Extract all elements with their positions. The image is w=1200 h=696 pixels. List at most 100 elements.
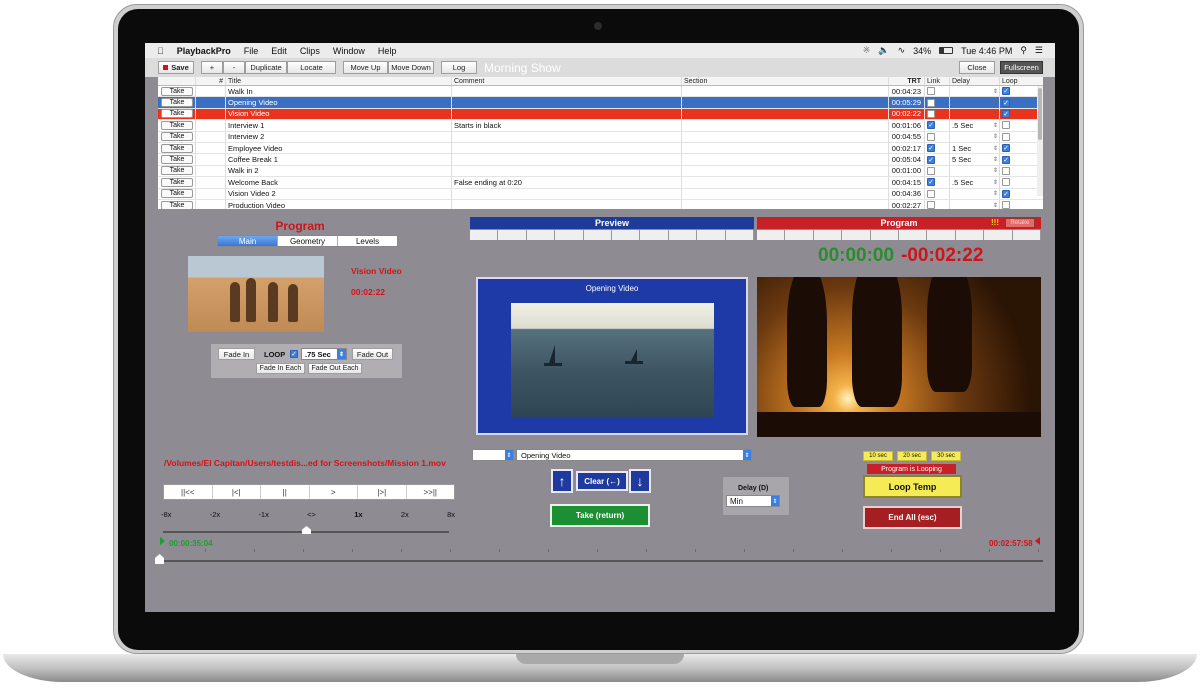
link-checkbox[interactable] [927,98,935,107]
loop-row-checkbox[interactable] [1002,132,1010,141]
volume-icon[interactable]: 🔈 [878,45,889,56]
link-checkbox[interactable] [927,109,935,118]
table-row[interactable]: Take Employee Video 00:02:17 ✓ 1 Sec ⇕ ✓ [158,142,1043,155]
menu-edit[interactable]: Edit [271,46,287,56]
link-checkbox[interactable] [927,132,935,141]
close-button[interactable]: Close [959,61,995,74]
loop-row-checkbox[interactable]: ✓ [1002,98,1010,107]
take-row-button[interactable]: Take [161,155,193,165]
take-row-button[interactable]: Take [161,109,193,119]
wifi-icon[interactable]: ∿ [898,45,906,56]
title-cell[interactable]: Walk in 2 [226,165,452,177]
notification-center-icon[interactable]: ☰ [1035,45,1043,56]
title-cell[interactable]: Vision Video [226,108,452,120]
start-marker-icon[interactable] [160,537,165,545]
delay-cell[interactable]: ⇕ [950,165,1000,177]
stepper-icon[interactable]: ⇕ [993,88,998,95]
link-checkbox[interactable] [927,166,935,175]
title-cell[interactable]: Interview 1 [226,120,452,131]
step-forward-button[interactable]: |>| [358,485,407,499]
section-cell[interactable] [682,108,889,120]
comment-cell[interactable] [452,108,682,120]
table-row[interactable]: Take Interview 2 00:04:55 ⇕ [158,131,1043,143]
fade-duration-select[interactable]: .75 Sec ⇕ [301,348,347,360]
title-cell[interactable]: Coffee Break 1 [226,154,452,165]
fade-out-button[interactable]: Fade Out [352,348,393,360]
delay-cell[interactable]: ⇕ [950,97,1000,108]
menu-file[interactable]: File [244,46,259,56]
program-header-button[interactable]: Retake [1005,218,1035,228]
delay-cell[interactable]: 5 Sec ⇕ [950,154,1000,165]
delay-cell[interactable]: ⇕ [950,131,1000,142]
delay-cell[interactable]: ⇕ [950,108,1000,120]
loop-row-checkbox[interactable]: ✓ [1002,155,1010,164]
delay-cell[interactable]: .5 Sec ⇕ [950,177,1000,188]
loop-row-checkbox[interactable]: ✓ [1002,189,1010,198]
clear-button[interactable]: Clear (←) [576,471,628,491]
loop-row-checkbox[interactable] [1002,201,1010,209]
table-row[interactable]: Take Opening Video 00:05:29 ⇕ ✓ [158,97,1043,109]
link-checkbox[interactable] [927,87,935,96]
go-to-end-button[interactable]: >>|| [407,485,455,499]
bluetooth-icon[interactable]: ※ [863,45,871,56]
comment-cell[interactable]: False ending at 0:20 [452,177,682,188]
col-delay[interactable]: Delay [950,77,1000,85]
30-sec-button[interactable]: 30 sec [931,451,961,461]
section-cell[interactable] [682,165,889,177]
title-cell[interactable]: Opening Video [226,97,452,108]
stepper-icon[interactable]: ⇕ [993,190,998,197]
title-cell[interactable]: Production Video [226,199,452,209]
col-comment[interactable]: Comment [452,77,682,85]
tab-levels[interactable]: Levels [338,236,397,246]
delay-cell[interactable]: ⇕ [950,86,1000,97]
comment-cell[interactable]: Starts in black [452,120,682,131]
link-checkbox[interactable] [927,189,935,198]
col-loop[interactable]: Loop [1000,77,1036,85]
link-checkbox[interactable]: ✓ [927,144,935,153]
comment-cell[interactable] [452,165,682,177]
step-back-button[interactable]: |<| [213,485,261,499]
take-button[interactable]: Take (return) [550,504,650,527]
delay-cell[interactable]: 1 Sec ⇕ [950,142,1000,154]
stepper-icon[interactable]: ⇕ [993,145,998,152]
take-row-button[interactable]: Take [161,200,193,209]
comment-cell[interactable] [452,199,682,209]
tab-geometry[interactable]: Geometry [278,236,338,246]
fade-in-button[interactable]: Fade In [218,348,255,360]
move-down-button[interactable]: Move Down [388,61,434,74]
stepper-icon[interactable]: ⇕ [993,110,998,117]
table-row[interactable]: Take Walk In 00:04:23 ⇕ ✓ [158,86,1043,98]
section-cell[interactable] [682,86,889,97]
play-button[interactable]: > [310,485,358,499]
battery-icon[interactable] [939,47,954,54]
save-button[interactable]: Save [158,61,194,74]
take-row-button[interactable]: Take [161,189,193,199]
preview-up-button[interactable]: ↑ [551,469,573,493]
pause-button[interactable]: || [261,485,310,499]
table-row[interactable]: Take Interview 1 Starts in black 00:01:06 ✓.… [158,120,1043,132]
col-link[interactable]: Link [925,77,950,85]
loop-row-checkbox[interactable] [1002,121,1010,130]
duplicate-button[interactable]: Duplicate [245,61,287,74]
stepper-icon[interactable]: ⇕ [993,156,998,163]
stepper-icon[interactable]: ⇕ [993,133,998,140]
title-cell[interactable]: Welcome Back [226,177,452,188]
delay-cell[interactable]: .5 Sec ⇕ [950,120,1000,131]
stepper-icon[interactable]: ⇕ [993,122,998,129]
take-row-button[interactable]: Take [161,177,193,187]
stepper-icon[interactable]: ⇕ [993,167,998,174]
section-cell[interactable] [682,199,889,209]
20-sec-button[interactable]: 20 sec [897,451,927,461]
speed-slider-knob[interactable] [302,526,311,534]
col-title[interactable]: Title [226,77,452,85]
fade-out-each-button[interactable]: Fade Out Each [308,363,362,374]
section-cell[interactable] [682,142,889,154]
loop-row-checkbox[interactable]: ✓ [1002,87,1010,96]
remove-clip-button[interactable]: - [223,61,245,74]
take-row-button[interactable]: Take [161,166,193,176]
loop-checkbox[interactable]: ✓ [290,350,298,358]
section-cell[interactable] [682,154,889,165]
comment-cell[interactable] [452,131,682,142]
table-row[interactable]: Take Walk in 2 00:01:00 ⇕ [158,165,1043,178]
comment-cell[interactable] [452,97,682,108]
